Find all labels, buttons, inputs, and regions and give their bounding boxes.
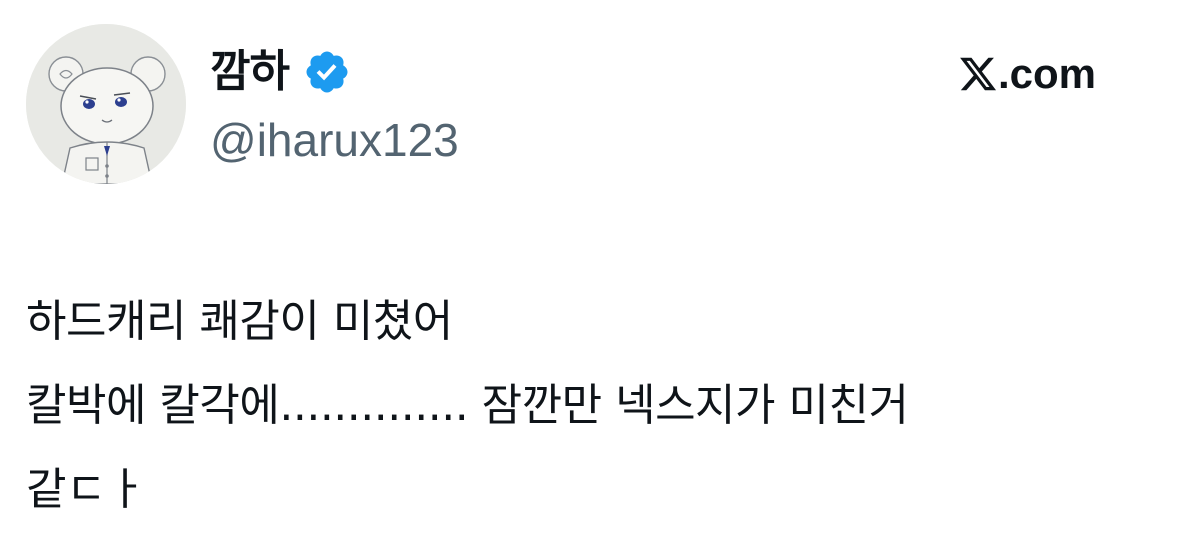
x-logo-icon: [958, 54, 998, 94]
tweet-line: 칼박에 칼각에.............. 잠깐만 넥스지가 미친거: [26, 380, 909, 431]
site-domain: .com: [998, 50, 1097, 97]
avatar[interactable]: [26, 24, 186, 184]
verified-badge-icon: [303, 48, 351, 96]
tweet-line: 하드캐리 쾌감이 미쳤어: [26, 296, 453, 347]
author-name-row: 깜하: [210, 44, 351, 100]
author-handle[interactable]: @iharux123: [210, 114, 459, 166]
display-name[interactable]: 깜하: [210, 44, 290, 100]
avatar-drawing-icon: [26, 24, 186, 184]
tweet-line: 같ㄷㅏ: [26, 464, 146, 515]
site-logo[interactable]: .com: [958, 48, 1096, 100]
tweet-text: 하드캐리 쾌감이 미쳤어 칼박에 칼각에.............. 잠깐만 넥…: [26, 280, 1156, 532]
